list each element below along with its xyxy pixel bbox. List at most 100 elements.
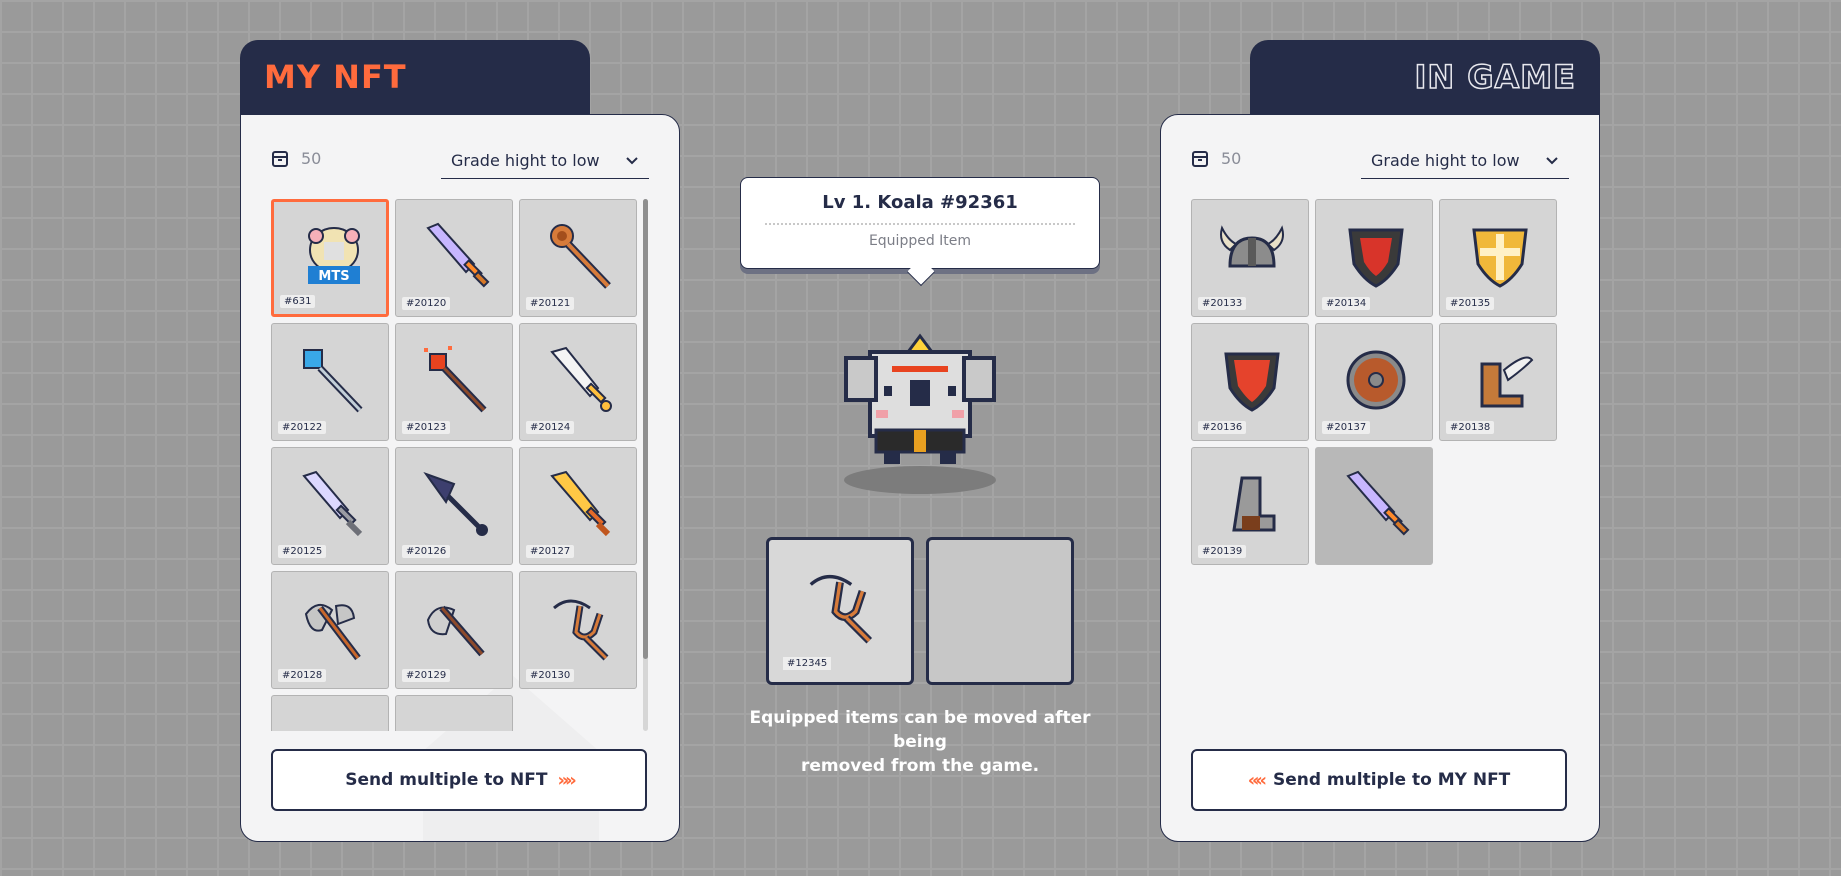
in-game-tab: IN GAME [1250, 40, 1600, 120]
tooltip-pointer [906, 257, 936, 287]
game-item[interactable]: #20133 [1191, 199, 1309, 317]
equip-notice: Equipped items can be moved after being … [740, 706, 1100, 778]
sort-value: Grade hight to low [1371, 151, 1520, 170]
nft-item[interactable]: MTS #631 [271, 199, 389, 317]
game-item[interactable]: #20139 [1191, 447, 1309, 565]
silver-sword-icon [302, 470, 363, 537]
item-label: #20129 [402, 669, 451, 682]
nft-item[interactable]: #20120 [395, 199, 513, 317]
helmet-icon [292, 712, 372, 731]
sort-dropdown[interactable]: Grade hight to low [1361, 143, 1569, 179]
item-label: #20121 [526, 297, 575, 310]
nft-item[interactable] [271, 695, 389, 731]
item-count: 50 [1191, 149, 1241, 168]
slot-label: #12345 [783, 657, 832, 670]
sort-dropdown[interactable]: Grade hight to low [441, 143, 649, 179]
koala-mts-badge-icon: MTS [308, 227, 360, 284]
item-label: #20126 [402, 545, 451, 558]
game-item[interactable]: #20138 [1439, 323, 1557, 441]
in-game-title: IN GAME [1414, 57, 1576, 97]
item-label: #20120 [402, 297, 451, 310]
red-black-shield-icon [1348, 228, 1404, 288]
item-label: #20130 [526, 669, 575, 682]
item-label: #20125 [278, 545, 327, 558]
white-sword-icon [550, 346, 612, 412]
nft-item[interactable]: #20122 [271, 323, 389, 441]
koala-character-icon [844, 333, 996, 494]
nft-item[interactable]: #20123 [395, 323, 513, 441]
nft-item[interactable] [395, 695, 513, 731]
nft-item[interactable]: #20125 [271, 447, 389, 565]
winged-boot-icon [1480, 356, 1534, 408]
item-label: #20134 [1322, 297, 1371, 310]
equipped-slot-weapon[interactable]: #12345 [766, 537, 914, 685]
send-to-nft-label: Send multiple to NFT [345, 770, 548, 790]
item-label: #20133 [1198, 297, 1247, 310]
golden-cross-shield-icon [1472, 228, 1528, 288]
my-nft-panel: MY NFT 50 Grade hight to low MTS #631 #2… [240, 40, 680, 842]
double-axe-icon [304, 603, 361, 661]
nft-item[interactable]: #20121 [519, 199, 637, 317]
character-tooltip: Lv 1. Koala #92361 Equipped Item [740, 177, 1100, 287]
red-shield-icon [1224, 352, 1280, 412]
golden-sword-icon [550, 470, 611, 537]
inventory-box-icon [1192, 150, 1208, 167]
in-game-body: 50 Grade hight to low #20133 #20134 #201… [1160, 114, 1600, 842]
item-label: #20127 [526, 545, 575, 558]
game-item[interactable]: #20135 [1439, 199, 1557, 317]
item-label: #20135 [1446, 297, 1495, 310]
slingshot-icon [809, 574, 873, 644]
item-count-value: 50 [1221, 149, 1242, 168]
game-item[interactable]: #20134 [1315, 199, 1433, 317]
item-label: #20138 [1446, 421, 1495, 434]
nft-item[interactable]: #20126 [395, 447, 513, 565]
nft-item[interactable]: #20124 [519, 323, 637, 441]
iron-boot-icon [1232, 476, 1276, 532]
send-to-my-nft-label: Send multiple to MY NFT [1272, 770, 1511, 790]
dark-spear-icon [423, 471, 488, 536]
axe-icon [426, 605, 485, 657]
equipped-slot-empty[interactable] [926, 537, 1074, 685]
nft-item[interactable]: #20127 [519, 447, 637, 565]
item-count-value: 50 [301, 149, 322, 168]
item-label: #20124 [526, 421, 575, 434]
nft-item[interactable]: #20129 [395, 571, 513, 689]
sort-value: Grade hight to low [451, 151, 600, 170]
item-label: #20137 [1322, 421, 1371, 434]
game-item[interactable]: #20137 [1315, 323, 1433, 441]
round-wooden-shield-icon [1346, 350, 1406, 410]
tooltip-divider [765, 223, 1075, 225]
send-to-nft-button[interactable]: Send multiple to NFT »» [271, 749, 647, 811]
slingshot-icon [553, 599, 609, 661]
item-count: 50 [271, 149, 321, 168]
equip-notice-line2: removed from the game. [800, 756, 1040, 776]
grid-scrollbar[interactable] [643, 199, 648, 731]
viking-helmet-icon [1220, 225, 1284, 268]
blue-gem-wand-icon [303, 349, 363, 413]
item-label: #20122 [278, 421, 327, 434]
item-label: #20136 [1198, 421, 1247, 434]
in-game-panel: IN GAME 50 Grade hight to low #20133 #20… [1160, 40, 1600, 842]
purple-sword-icon [1346, 470, 1410, 536]
send-to-my-nft-button[interactable]: «« Send multiple to MY NFT [1191, 749, 1567, 811]
double-arrow-right-icon: »» [557, 769, 576, 791]
dragged-item-placeholder[interactable] [1315, 447, 1433, 565]
in-game-grid: #20133 #20134 #20135 #20136 #20137 #2013… [1191, 199, 1567, 731]
item-label: #631 [280, 295, 316, 308]
nft-item[interactable]: #20130 [519, 571, 637, 689]
scrollbar-thumb[interactable] [643, 199, 648, 659]
nft-item[interactable]: #20128 [271, 571, 389, 689]
double-arrow-left-icon: «« [1247, 769, 1267, 791]
game-item[interactable]: #20136 [1191, 323, 1309, 441]
my-nft-title: MY NFT [264, 58, 407, 96]
fire-staff-icon [424, 346, 487, 413]
item-label: #20128 [278, 669, 327, 682]
item-label: #20123 [402, 421, 451, 434]
svg-text:MTS: MTS [318, 269, 349, 284]
item-label: #20139 [1198, 545, 1247, 558]
character-name: Lv 1. Koala #92361 [822, 192, 1018, 213]
my-nft-tab: MY NFT [240, 40, 590, 120]
chevron-down-icon [626, 156, 638, 164]
chevron-down-icon [1546, 156, 1558, 164]
wooden-staff-icon [550, 224, 611, 289]
